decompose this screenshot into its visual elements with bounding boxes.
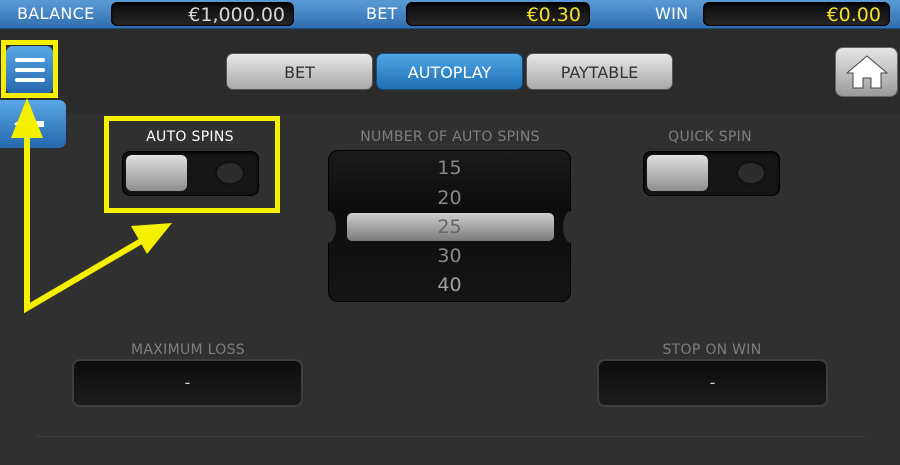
arrow-up-icon bbox=[11, 98, 43, 138]
annotation-arrows bbox=[11, 98, 172, 314]
arrow-diagonal-icon bbox=[131, 223, 172, 254]
